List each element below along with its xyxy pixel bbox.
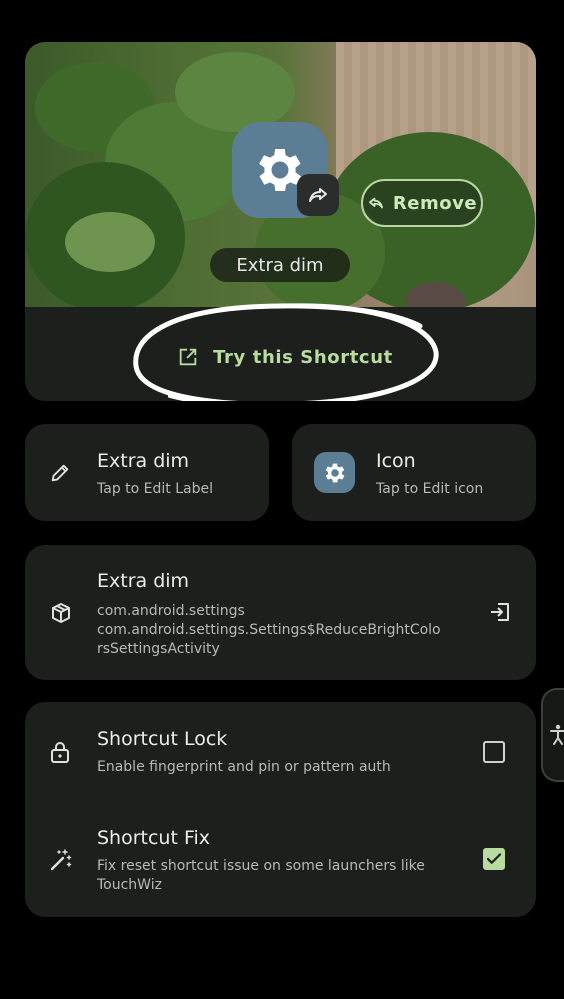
lock-checkbox[interactable] <box>483 741 505 763</box>
shortcut-fix-row[interactable]: Shortcut Fix Fix reset shortcut issue on… <box>25 802 536 917</box>
intent-activity-line2: rsSettingsActivity <box>97 641 220 657</box>
label-title: Extra dim <box>97 450 190 472</box>
options-card: Shortcut Lock Enable fingerprint and pin… <box>25 702 536 917</box>
cube-icon <box>52 603 70 623</box>
intent-activity-line1: com.android.settings.Settings$ReduceBrig… <box>97 622 441 638</box>
accessibility-edge-tab[interactable] <box>541 688 564 782</box>
edit-icon-card[interactable]: Icon Tap to Edit icon <box>292 424 536 521</box>
intent-package: com.android.settings <box>97 603 245 619</box>
share-arrow-icon <box>309 188 327 202</box>
fix-subtitle-line2: TouchWiz <box>97 877 162 893</box>
pencil-icon <box>51 464 69 482</box>
icon-title: Icon <box>376 450 416 472</box>
lock-title: Shortcut Lock <box>97 728 228 750</box>
shortcut-preview-card: Remove Extra dim Try this Shortcut <box>25 42 536 401</box>
undo-arrow-icon <box>369 197 383 209</box>
share-badge[interactable] <box>297 174 339 216</box>
magic-wand-icon <box>50 849 72 871</box>
icon-subtitle: Tap to Edit icon <box>376 481 484 497</box>
open-in-new-icon <box>179 348 197 366</box>
checkmark-icon <box>486 853 502 864</box>
remove-label: Remove <box>392 192 478 214</box>
shortcut-name: Extra dim <box>236 254 324 276</box>
accessibility-icon <box>550 724 564 745</box>
lock-subtitle: Enable fingerprint and pin or pattern au… <box>97 759 391 775</box>
label-subtitle: Tap to Edit Label <box>97 481 213 497</box>
intent-card[interactable]: Extra dim com.android.settings com.andro… <box>25 545 536 680</box>
gear-icon <box>325 463 344 482</box>
shortcut-lock-row[interactable]: Shortcut Lock Enable fingerprint and pin… <box>25 702 536 802</box>
remove-button[interactable]: Remove <box>361 179 483 227</box>
fix-subtitle-line1: Fix reset shortcut issue on some launche… <box>97 858 425 874</box>
lock-icon <box>51 742 69 763</box>
intent-title: Extra dim <box>97 570 190 592</box>
try-shortcut-button[interactable]: Try this Shortcut <box>135 312 435 401</box>
fix-checkbox[interactable] <box>483 848 505 870</box>
try-shortcut-label: Try this Shortcut <box>213 346 393 368</box>
edit-label-card[interactable]: Extra dim Tap to Edit Label <box>25 424 269 521</box>
icon-preview <box>314 452 355 493</box>
open-exit-icon[interactable] <box>488 600 512 624</box>
fix-title: Shortcut Fix <box>97 827 211 849</box>
shortcut-name-chip: Extra dim <box>210 248 350 282</box>
